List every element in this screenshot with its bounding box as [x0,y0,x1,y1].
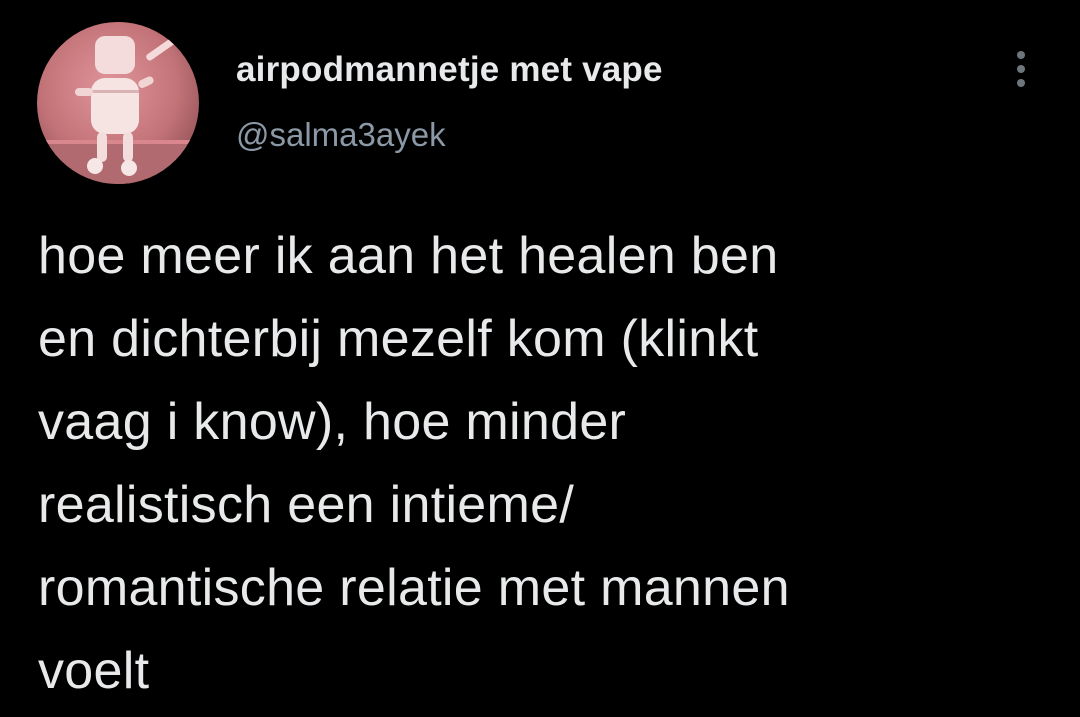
more-vertical-icon [1017,51,1025,59]
avatar[interactable] [37,22,199,184]
tweet-body: hoe meer ik aan het healen ben en dichte… [38,215,1048,713]
tweet-text-line: voelt [38,642,150,700]
airpod-robot-avatar-icon [37,22,199,184]
tweet-card: airpodmannetje met vape @salma3ayek hoe … [0,0,1080,717]
tweet-text-line: realistisch een intieme/ [38,476,575,534]
display-name[interactable]: airpodmannetje met vape [236,50,663,90]
more-vertical-icon [1017,65,1025,73]
tweet-text-line: en dichterbij mezelf kom (klinkt [38,310,759,368]
user-handle[interactable]: @salma3ayek [236,116,446,154]
tweet-text-line: vaag i know), hoe minder [38,393,627,451]
more-options-button[interactable] [1004,46,1038,92]
tweet-text-line: romantische relatie met mannen [38,559,790,617]
more-vertical-icon [1017,79,1025,87]
tweet-text-line: hoe meer ik aan het healen ben [38,227,779,285]
